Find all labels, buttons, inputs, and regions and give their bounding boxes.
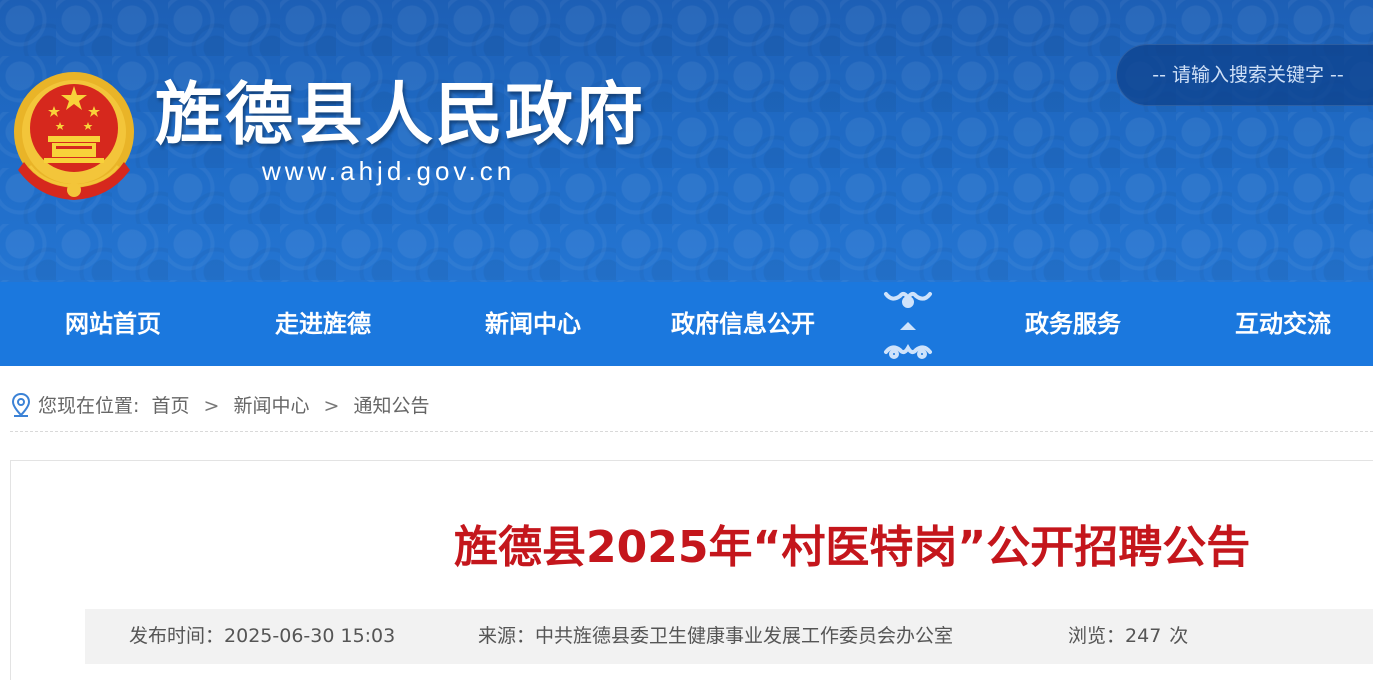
views-info: 浏览：247 次 [1068, 609, 1188, 664]
breadcrumb-item-home[interactable]: 首页 [151, 393, 189, 419]
nav-item-interaction[interactable]: 互动交流 [1210, 282, 1356, 366]
article-title: 旌德县2025年“村医特岗”公开招聘公告 [454, 522, 1251, 573]
breadcrumb: 您现在位置: 首页 > 新闻中心 > 通知公告 [10, 390, 1373, 432]
breadcrumb-separator: > [323, 395, 340, 417]
publish-label: 发布时间： [129, 625, 225, 647]
cloud-scroll-ornament-icon [884, 291, 932, 359]
views-label: 浏览： [1068, 625, 1126, 647]
nav-item-news[interactable]: 新闻中心 [460, 282, 606, 366]
publish-time: 2025-06-30 15:03 [224, 625, 396, 647]
search-box [1116, 44, 1373, 106]
breadcrumb-line: 您现在位置: 首页 > 新闻中心 > 通知公告 [38, 393, 430, 419]
nav-item-services[interactable]: 政务服务 [1000, 282, 1146, 366]
search-input[interactable] [1128, 56, 1368, 94]
header-banner: 旌德县人民政府 www.ahjd.gov.cn [0, 0, 1373, 282]
site-url: www.ahjd.gov.cn [262, 156, 516, 186]
source-label: 来源： [478, 625, 536, 647]
location-pin-icon [11, 392, 31, 417]
article-meta-bar: 发布时间：2025-06-30 15:03 来源：中共旌德县委卫生健康事业发展工… [85, 609, 1373, 664]
national-emblem-icon[interactable] [10, 66, 138, 204]
nav-item-about[interactable]: 走进旌德 [250, 282, 396, 366]
breadcrumb-item-notices[interactable]: 通知公告 [354, 393, 430, 419]
publish-time-info: 发布时间：2025-06-30 15:03 [129, 609, 395, 664]
breadcrumb-item-news[interactable]: 新闻中心 [233, 393, 309, 419]
source-text: 中共旌德县委卫生健康事业发展工作委员会办公室 [535, 625, 954, 647]
nav-item-home[interactable]: 网站首页 [40, 282, 186, 366]
views-unit: 次 [1169, 625, 1189, 647]
site-name[interactable]: 旌德县人民政府 [155, 70, 645, 162]
views-count: 247 [1125, 625, 1162, 647]
breadcrumb-prefix: 您现在位置: [38, 395, 140, 417]
source-info: 来源：中共旌德县委卫生健康事业发展工作委员会办公室 [478, 609, 953, 664]
nav-item-gov-info[interactable]: 政府信息公开 [648, 282, 838, 366]
breadcrumb-separator: > [203, 395, 220, 417]
main-nav: 网站首页 走进旌德 新闻中心 政府信息公开 政务服务 互动交流 [0, 282, 1373, 366]
